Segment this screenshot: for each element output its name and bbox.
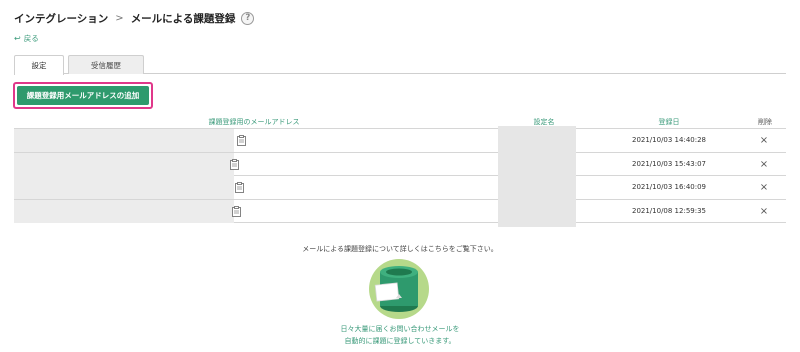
header-date[interactable]: 登録日 bbox=[624, 117, 714, 127]
redacted-email bbox=[14, 129, 234, 152]
back-arrow-icon: ↩ bbox=[14, 34, 21, 43]
mail-to-issue-illustration bbox=[369, 259, 429, 319]
back-label: 戻る bbox=[23, 34, 39, 43]
clipboard-icon[interactable] bbox=[232, 205, 241, 217]
delete-icon[interactable]: × bbox=[755, 158, 773, 172]
delete-icon[interactable]: × bbox=[755, 205, 773, 219]
header-email[interactable]: 課題登録用のメールアドレス bbox=[154, 117, 354, 127]
clipboard-icon[interactable] bbox=[230, 158, 239, 170]
breadcrumb-parent[interactable]: インテグレーション bbox=[14, 11, 108, 26]
delete-icon[interactable]: × bbox=[755, 134, 773, 148]
back-link[interactable]: ↩ 戻る bbox=[14, 33, 39, 44]
add-button-highlight: 課題登録用メールアドレスの追加 bbox=[13, 82, 153, 109]
clipboard-icon[interactable] bbox=[237, 135, 246, 146]
add-email-address-button[interactable]: 課題登録用メールアドレスの追加 bbox=[17, 86, 149, 105]
caption-line-1: 日々大量に届くお問い合わせメールを bbox=[340, 325, 460, 333]
redacted-name bbox=[498, 196, 576, 227]
caption-line-2: 自動的に課題に登録していきます。 bbox=[344, 337, 456, 345]
help-icon[interactable]: ? bbox=[241, 11, 255, 25]
table-header: 課題登録用のメールアドレス 設定名 登録日 削除 bbox=[14, 114, 786, 129]
clipboard-icon[interactable] bbox=[235, 182, 244, 193]
table-row: 2021/10/03 15:43:07 × bbox=[14, 149, 786, 180]
delete-icon[interactable]: × bbox=[755, 181, 773, 195]
table-row: 2021/10/03 14:40:28 × bbox=[14, 126, 786, 156]
help-link-text[interactable]: メールによる課題登録について詳しくはこちらをご覧下さい。 bbox=[0, 244, 800, 254]
table-row: 2021/10/08 12:59:35 × bbox=[14, 196, 786, 227]
tab-receive-history[interactable]: 受信履歴 bbox=[68, 55, 144, 74]
page-title: メールによる課題登録 bbox=[130, 12, 236, 25]
registered-date: 2021/10/03 14:40:28 bbox=[631, 136, 706, 144]
redacted-email bbox=[14, 176, 234, 199]
header-delete: 削除 bbox=[758, 118, 772, 126]
registered-date: 2021/10/03 16:40:09 bbox=[631, 183, 706, 191]
caption: 日々大量に届くお問い合わせメールを 自動的に課題に登録していきます。 bbox=[0, 323, 800, 347]
tab-bar: 設定 受信履歴 bbox=[14, 55, 786, 75]
email-address-table: 課題登録用のメールアドレス 設定名 登録日 削除 2021/10/03 14:4… bbox=[14, 114, 786, 227]
registered-date: 2021/10/03 15:43:07 bbox=[631, 159, 706, 168]
table-row: 2021/10/03 16:40:09 × bbox=[14, 173, 786, 203]
chevron-right-icon: > bbox=[115, 12, 124, 24]
redacted-email bbox=[14, 152, 234, 176]
breadcrumb: インテグレーション > メールによる課題登録 ? bbox=[14, 10, 255, 26]
registered-date: 2021/10/08 12:59:35 bbox=[631, 206, 706, 215]
tab-settings[interactable]: 設定 bbox=[14, 55, 64, 75]
redacted-email bbox=[14, 199, 234, 223]
